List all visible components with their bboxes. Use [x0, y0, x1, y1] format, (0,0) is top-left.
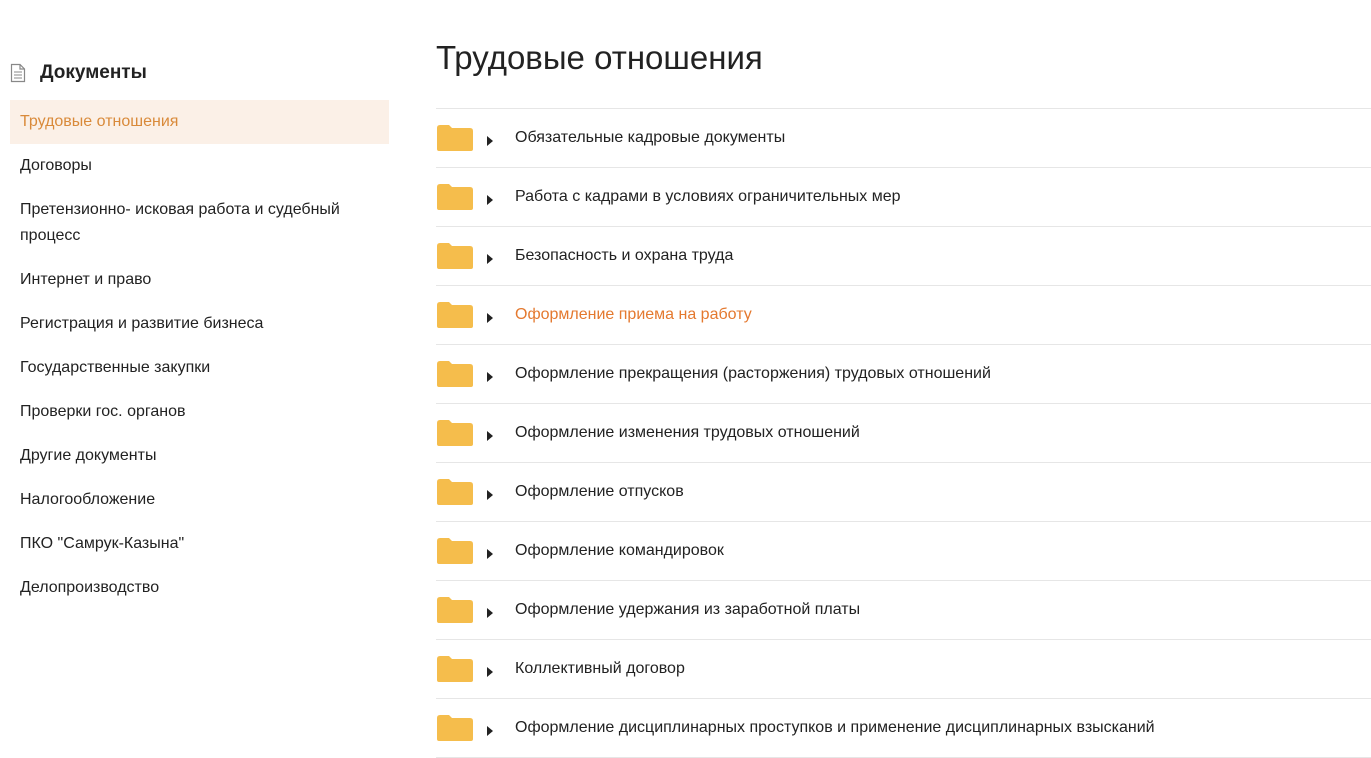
folder-row[interactable]: Оформление изменения трудовых отношений — [436, 404, 1371, 463]
sidebar-item-inspections[interactable]: Проверки гос. органов — [10, 390, 389, 434]
caret-right-icon[interactable] — [486, 723, 494, 736]
folder-row[interactable]: Обязательные кадровые документы — [436, 109, 1371, 168]
folder-icon — [436, 360, 474, 388]
sidebar-item-records-management[interactable]: Делопроизводство — [10, 566, 389, 610]
folder-icon — [436, 124, 474, 152]
folder-icon — [436, 242, 474, 270]
caret-right-icon[interactable] — [486, 664, 494, 677]
folder-label[interactable]: Оформление приема на работу — [515, 306, 752, 324]
folder-label[interactable]: Обязательные кадровые документы — [515, 129, 785, 147]
folder-label[interactable]: Безопасность и охрана труда — [515, 247, 733, 265]
folder-icon — [436, 537, 474, 565]
folder-label[interactable]: Оформление отпусков — [515, 483, 684, 501]
caret-right-icon[interactable] — [486, 546, 494, 559]
folder-row[interactable]: Оформление командировок — [436, 522, 1371, 581]
caret-right-icon[interactable] — [486, 310, 494, 323]
folder-icon — [436, 183, 474, 211]
folder-label[interactable]: Коллективный договор — [515, 660, 685, 678]
folder-row[interactable]: Оформление удержания из заработной платы — [436, 581, 1371, 640]
sidebar-item-public-procurement[interactable]: Государственные закупки — [10, 346, 389, 390]
sidebar-item-business-registration[interactable]: Регистрация и развитие бизнеса — [10, 302, 389, 346]
sidebar: Документы Трудовые отношения Договоры Пр… — [10, 58, 389, 610]
main-content: Трудовые отношения Обязательные кадровые… — [436, 36, 1371, 758]
folder-icon — [436, 478, 474, 506]
document-icon — [10, 63, 26, 83]
folder-icon — [436, 655, 474, 683]
folder-row[interactable]: Работа с кадрами в условиях ограничитель… — [436, 168, 1371, 227]
folder-label[interactable]: Оформление удержания из заработной платы — [515, 601, 860, 619]
folder-label[interactable]: Оформление прекращения (расторжения) тру… — [515, 365, 991, 383]
folder-label[interactable]: Оформление изменения трудовых отношений — [515, 424, 860, 442]
sidebar-item-contracts[interactable]: Договоры — [10, 144, 389, 188]
sidebar-item-litigation[interactable]: Претензионно- исковая работа и судебный … — [10, 188, 389, 258]
folder-icon — [436, 301, 474, 329]
sidebar-item-internet-law[interactable]: Интернет и право — [10, 258, 389, 302]
sidebar-header: Документы — [10, 58, 389, 88]
sidebar-item-samruk-kazyna[interactable]: ПКО "Самрук-Казына" — [10, 522, 389, 566]
sidebar-item-labor-relations[interactable]: Трудовые отношения — [10, 100, 389, 144]
sidebar-title: Документы — [40, 62, 147, 83]
folder-row[interactable]: Оформление дисциплинарных проступков и п… — [436, 699, 1371, 758]
sidebar-nav: Трудовые отношения Договоры Претензионно… — [10, 100, 389, 610]
caret-right-icon[interactable] — [486, 192, 494, 205]
folder-label[interactable]: Оформление командировок — [515, 542, 724, 560]
caret-right-icon[interactable] — [486, 251, 494, 264]
folder-row[interactable]: Безопасность и охрана труда — [436, 227, 1371, 286]
folder-row[interactable]: Оформление отпусков — [436, 463, 1371, 522]
caret-right-icon[interactable] — [486, 487, 494, 500]
caret-right-icon[interactable] — [486, 133, 494, 146]
folder-label[interactable]: Оформление дисциплинарных проступков и п… — [515, 719, 1155, 737]
folder-row[interactable]: Оформление прекращения (расторжения) тру… — [436, 345, 1371, 404]
sidebar-item-other-documents[interactable]: Другие документы — [10, 434, 389, 478]
sidebar-item-taxation[interactable]: Налогообложение — [10, 478, 389, 522]
folder-label[interactable]: Работа с кадрами в условиях ограничитель… — [515, 188, 901, 206]
caret-right-icon[interactable] — [486, 605, 494, 618]
folder-icon — [436, 596, 474, 624]
folder-list: Обязательные кадровые документы Работа с … — [436, 108, 1371, 758]
folder-icon — [436, 419, 474, 447]
folder-row[interactable]: Оформление приема на работу — [436, 286, 1371, 345]
folder-row[interactable]: Коллективный договор — [436, 640, 1371, 699]
caret-right-icon[interactable] — [486, 428, 494, 441]
caret-right-icon[interactable] — [486, 369, 494, 382]
folder-icon — [436, 714, 474, 742]
page-title: Трудовые отношения — [436, 39, 763, 76]
